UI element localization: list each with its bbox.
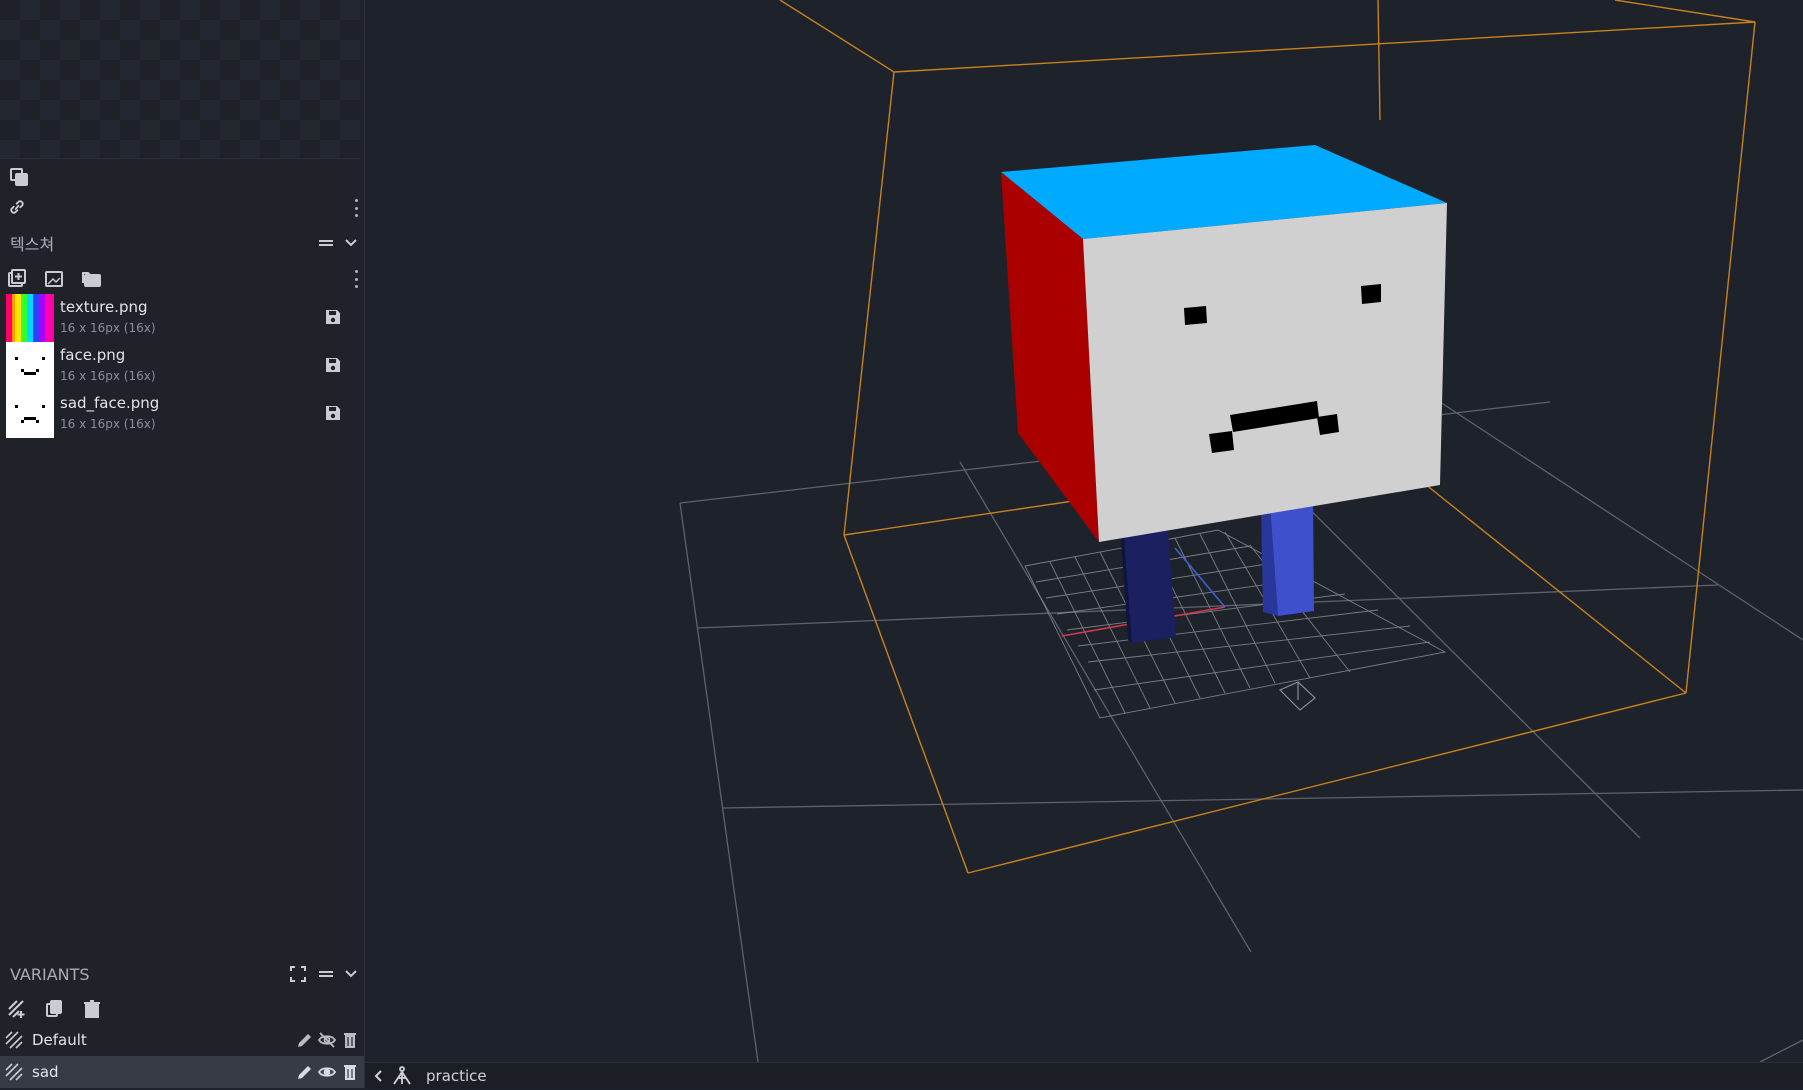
left-leg-front xyxy=(1124,530,1176,643)
add-texture-icon[interactable] xyxy=(6,268,28,290)
variant-row[interactable]: Default xyxy=(0,1024,364,1056)
collapse-lines-icon[interactable] xyxy=(316,964,336,984)
texture-panel-title: 텍스쳐 xyxy=(10,235,55,254)
save-icon[interactable] xyxy=(324,356,344,376)
variant-row[interactable]: sad xyxy=(0,1056,364,1088)
texture-panel-header: 텍스쳐 xyxy=(0,226,364,260)
project-name: practice xyxy=(426,1067,487,1085)
preview-more-icon[interactable] xyxy=(353,199,359,217)
texture-meta: 16 x 16px (16x) xyxy=(60,321,156,335)
texture-name: face.png xyxy=(60,346,126,364)
origin-gizmo xyxy=(1278,681,1316,711)
texture-list: texture.png 16 x 16px (16x) face.png 16 … xyxy=(0,294,360,438)
add-variant-icon[interactable] xyxy=(6,998,28,1020)
delete-icon[interactable] xyxy=(81,998,103,1020)
variant-label: sad xyxy=(32,1063,59,1081)
texture-stripes-icon xyxy=(6,294,54,342)
expand-icon[interactable] xyxy=(288,964,308,984)
collapse-lines-icon[interactable] xyxy=(316,233,336,253)
import-texture-icon[interactable] xyxy=(43,268,65,290)
chevron-down-icon[interactable] xyxy=(341,964,361,984)
scene-canvas xyxy=(679,0,1803,1062)
texture-item[interactable]: face.png 16 x 16px (16x) xyxy=(0,342,360,390)
pencil-icon[interactable] xyxy=(296,1031,314,1049)
status-bar: practice xyxy=(365,1062,1803,1089)
texture-name: sad_face.png xyxy=(60,394,160,412)
save-icon[interactable] xyxy=(324,404,344,424)
eye-icon[interactable] xyxy=(317,1063,337,1081)
eye-off-icon[interactable] xyxy=(317,1031,337,1049)
link-icon[interactable] xyxy=(6,196,28,218)
copy-icon[interactable] xyxy=(8,166,30,188)
variants-panel-title: VARIANTS xyxy=(10,964,90,984)
texture-item[interactable]: texture.png 16 x 16px (16x) xyxy=(0,294,360,342)
variant-label: Default xyxy=(32,1031,87,1049)
texture-meta: 16 x 16px (16x) xyxy=(60,417,156,431)
trash-icon[interactable] xyxy=(341,1063,359,1081)
head-front xyxy=(1083,203,1447,542)
floor-grid xyxy=(1024,529,1447,719)
rig-icon xyxy=(391,1066,413,1086)
3d-viewport[interactable] xyxy=(365,0,1803,1062)
variant-hatch-icon xyxy=(5,1063,23,1081)
texture-meta: 16 x 16px (16x) xyxy=(60,369,156,383)
texture-folder-icon[interactable] xyxy=(81,268,103,290)
texture-item[interactable]: sad_face.png 16 x 16px (16x) xyxy=(0,390,360,438)
save-icon[interactable] xyxy=(324,308,344,328)
texture-more-icon[interactable] xyxy=(353,270,359,288)
happy-face-icon xyxy=(6,342,54,390)
variant-hatch-icon xyxy=(5,1031,23,1049)
variants-panel-header: VARIANTS xyxy=(0,957,364,991)
pencil-icon[interactable] xyxy=(296,1063,314,1081)
texture-name: texture.png xyxy=(60,298,148,316)
texture-preview[interactable] xyxy=(0,0,360,159)
left-sidebar: 텍스쳐 texture.png 16 x 16px (16x) face.png… xyxy=(0,0,365,1088)
chevron-down-icon[interactable] xyxy=(341,233,361,253)
duplicate-icon[interactable] xyxy=(43,998,65,1020)
character-model xyxy=(1001,145,1447,643)
trash-icon[interactable] xyxy=(341,1031,359,1049)
sad-face-icon xyxy=(6,390,54,438)
chevron-left-icon[interactable] xyxy=(371,1067,387,1085)
